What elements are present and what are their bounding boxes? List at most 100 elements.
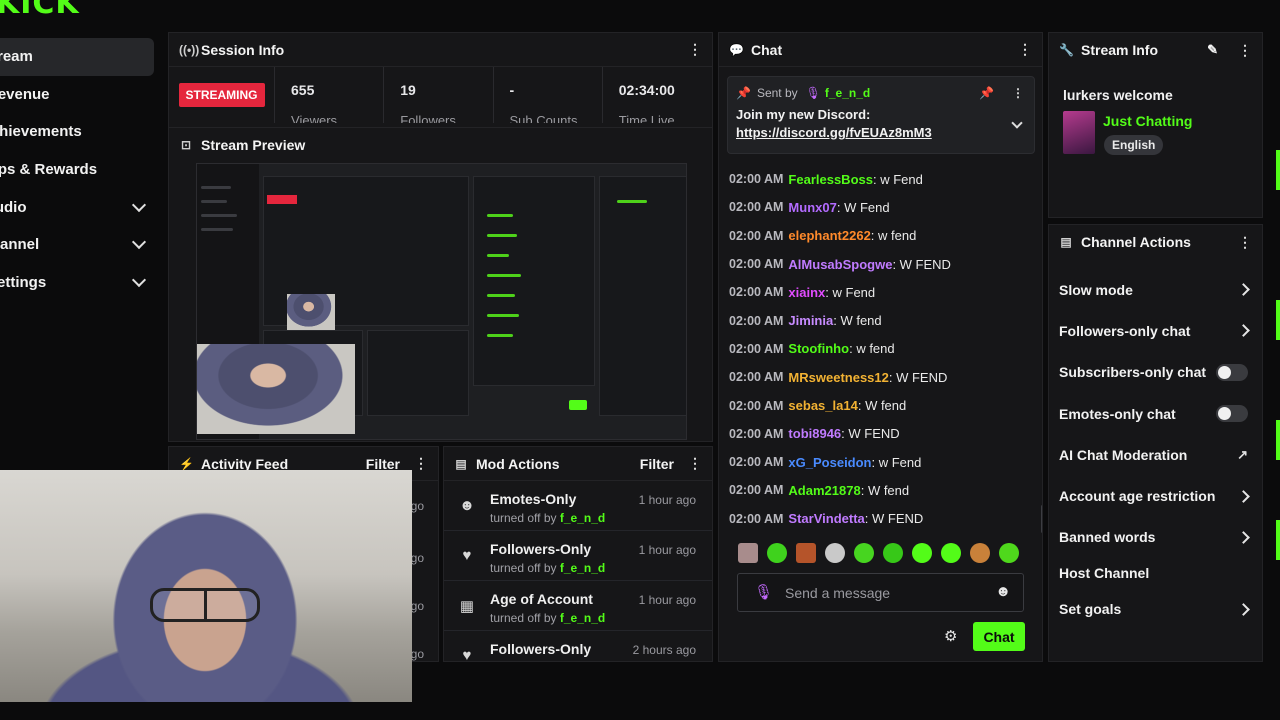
edge-accent — [1276, 300, 1280, 340]
filter-button[interactable]: Filter — [640, 456, 674, 472]
sidebar-item-settings[interactable]: Settings — [0, 264, 160, 302]
mic-icon[interactable]: 🎙 — [754, 583, 773, 601]
action-set-goals[interactable]: Set goals — [1049, 588, 1262, 630]
chevron-down-icon — [131, 235, 147, 250]
send-chat-button[interactable]: Chat — [973, 622, 1025, 651]
mod-action-item[interactable]: ♥ Followers-Only 2 hours ago — [444, 631, 712, 661]
action-account-age-restriction[interactable]: Account age restriction — [1049, 475, 1262, 516]
action-emotes-only-chat: Emotes-only chat — [1049, 393, 1262, 434]
sidebar-item-label: Settings — [0, 273, 47, 291]
chat-message[interactable]: 02:00 AM xG_Poseidon: w Fend — [719, 448, 1029, 476]
emote-icon[interactable] — [999, 543, 1019, 563]
chevron-right-icon — [1237, 283, 1250, 297]
more-options-icon[interactable]: ⋮ — [1012, 86, 1024, 100]
mod-action-user[interactable]: f_e_n_d — [560, 561, 605, 575]
mini-text — [617, 200, 647, 203]
chat-username[interactable]: FearlessBoss — [788, 172, 873, 187]
more-options-icon[interactable]: ⋮ — [688, 41, 702, 58]
more-options-icon[interactable]: ⋮ — [688, 455, 702, 472]
chat-username[interactable]: elephant2262 — [788, 228, 870, 243]
chat-message[interactable]: 02:00 AM xiainx: w Fend — [719, 278, 1029, 306]
pinned-user[interactable]: f_e_n_d — [825, 86, 870, 100]
mod-action-item[interactable]: ▦ Age of Account turned off by f_e_n_d 1 … — [444, 581, 712, 631]
chat-message[interactable]: 02:00 AM StarVindetta: W FEND — [719, 505, 1029, 533]
chat-username[interactable]: Adam21878 — [788, 483, 860, 498]
mod-action-user[interactable]: f_e_n_d — [560, 611, 605, 625]
wrench-icon: 🔧 — [1059, 43, 1074, 57]
mod-action-sub: turned off by f_e_n_d — [490, 561, 605, 575]
action-ai-chat-moderation[interactable]: AI Chat Moderation ↗ — [1049, 434, 1262, 475]
sidebar-item-revenue[interactable]: Revenue — [0, 76, 160, 114]
chat-message[interactable]: 02:00 AM sebas_la14: W fend — [719, 391, 1029, 419]
more-options-icon[interactable]: ⋮ — [1238, 42, 1252, 59]
emoji-picker-icon[interactable]: ☻ — [995, 583, 1011, 600]
panel-title: Chat — [751, 41, 783, 58]
pinned-link[interactable]: https://discord.gg/fvEUAz8mM3 — [728, 122, 1034, 140]
mod-action-time: 2 hours ago — [632, 643, 696, 657]
chat-message-text: W FEND — [899, 256, 951, 272]
chat-message[interactable]: 02:00 AM FearlessBoss: w Fend — [719, 165, 1029, 193]
emote-icon[interactable] — [738, 543, 758, 563]
mod-action-item[interactable]: ♥ Followers-Only turned off by f_e_n_d 1 … — [444, 531, 712, 581]
chat-message[interactable]: 02:00 AM MRsweetness12: W FEND — [719, 363, 1029, 391]
sidebar-item-drops-rewards[interactable]: Drops & Rewards — [0, 151, 160, 189]
chat-message[interactable]: 02:00 AM Jiminia: W fend — [719, 306, 1029, 334]
emote-icon[interactable] — [912, 543, 932, 563]
chat-username[interactable]: StarVindetta — [788, 511, 864, 526]
chat-input[interactable]: 🎙 Send a message ☻ — [737, 573, 1024, 612]
emotes-only-toggle[interactable] — [1216, 405, 1248, 423]
stream-category[interactable]: Just Chatting — [1103, 113, 1192, 129]
action-host-channel[interactable]: Host Channel — [1049, 558, 1262, 588]
chat-colon: : — [870, 228, 879, 244]
stream-preview-video[interactable] — [196, 163, 687, 440]
mini-text — [487, 294, 515, 297]
edit-pencil-icon[interactable]: ✎ — [1207, 42, 1218, 58]
preview-icon: ⊡ — [180, 138, 192, 152]
chat-username[interactable]: sebas_la14 — [788, 398, 857, 413]
chat-username[interactable]: xiainx — [788, 285, 825, 300]
gear-icon[interactable]: ⚙ — [944, 627, 957, 645]
emote-icon[interactable] — [825, 543, 845, 563]
chat-message[interactable]: 02:00 AM tobi8946: W FEND — [719, 420, 1029, 448]
action-banned-words[interactable]: Banned words — [1049, 517, 1262, 558]
action-label: Subscribers-only chat — [1059, 364, 1207, 381]
more-options-icon[interactable]: ⋮ — [1018, 41, 1032, 58]
chevron-right-icon — [1237, 324, 1250, 338]
emote-icon[interactable] — [796, 543, 816, 563]
chat-scrollbar[interactable] — [1041, 505, 1042, 533]
emote-icon[interactable] — [941, 543, 961, 563]
subscribers-only-toggle[interactable] — [1216, 363, 1248, 381]
chat-username[interactable]: xG_Poseidon — [788, 455, 871, 470]
chat-message[interactable]: 02:00 AM Munx07: W Fend — [719, 193, 1029, 221]
emote-icon[interactable] — [854, 543, 874, 563]
mod-action-text: Emotes-Only turned off by f_e_n_d — [490, 491, 605, 530]
chat-message[interactable]: 02:00 AM Adam21878: W fend — [719, 476, 1029, 504]
mini-text — [487, 254, 509, 257]
chat-username[interactable]: tobi8946 — [788, 426, 841, 441]
action-followers-only-chat[interactable]: Followers-only chat — [1049, 310, 1262, 351]
panel-title: Stream Preview — [201, 137, 306, 153]
sidebar-item-stream[interactable]: Stream — [0, 38, 154, 76]
more-options-icon[interactable]: ⋮ — [1238, 234, 1252, 251]
emote-icon[interactable] — [970, 543, 990, 563]
pinned-message[interactable]: 📌 Sent by 🎙 f_e_n_d 📌 ⋮ Join my new Disc… — [727, 76, 1035, 154]
sidebar-item-audio[interactable]: Audio — [0, 188, 160, 226]
chat-username[interactable]: Stoofinho — [788, 341, 849, 356]
sidebar-item-channel[interactable]: Channel — [0, 226, 160, 264]
chat-message[interactable]: 02:00 AM elephant2262: w fend — [719, 222, 1029, 250]
chat-message[interactable]: 02:00 AM AlMusabSpogwe: W FEND — [719, 250, 1029, 278]
pinned-header: 📌 Sent by 🎙 f_e_n_d 📌 ⋮ — [728, 77, 1034, 100]
action-slow-mode[interactable]: Slow mode — [1049, 269, 1262, 310]
emote-icon[interactable] — [883, 543, 903, 563]
unpin-icon[interactable]: 📌 — [979, 86, 994, 100]
mod-action-item[interactable]: ☻ Emotes-Only turned off by f_e_n_d 1 hou… — [444, 481, 712, 531]
chat-username[interactable]: MRsweetness12 — [788, 370, 888, 385]
mod-action-user[interactable]: f_e_n_d — [560, 511, 605, 525]
more-options-icon[interactable]: ⋮ — [414, 455, 428, 472]
chat-username[interactable]: Jiminia — [788, 313, 833, 328]
sidebar-item-achievements[interactable]: Achievements — [0, 113, 160, 151]
chat-username[interactable]: Munx07 — [788, 200, 836, 215]
chat-username[interactable]: AlMusabSpogwe — [788, 257, 892, 272]
chat-message[interactable]: 02:00 AM Stoofinho: w fend — [719, 335, 1029, 363]
emote-icon[interactable] — [767, 543, 787, 563]
